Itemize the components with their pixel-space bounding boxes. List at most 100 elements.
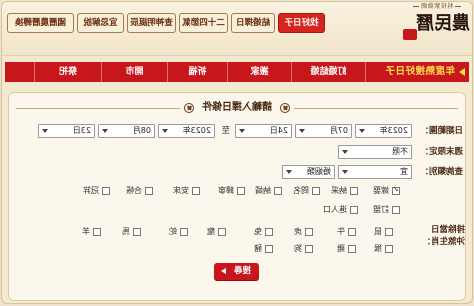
range-separator: 至 — [221, 126, 230, 136]
zodiac-option[interactable]: 牛 — [337, 226, 356, 238]
category-option[interactable]: 嫁娶 — [373, 185, 400, 197]
zodiac-option[interactable]: 虎 — [294, 226, 313, 238]
hot-item-engagement-wedding[interactable]: 訂婚結婚 — [292, 62, 366, 82]
tab-auspicious-glossary[interactable]: 宜忌解說 — [77, 13, 124, 33]
zodiac-label-text: 猴 — [374, 244, 382, 253]
search-button-label: 搜尋 — [233, 266, 251, 276]
hot-item-business-opening[interactable]: 開市 — [102, 62, 168, 82]
end-month-select[interactable]: 08月 — [98, 124, 155, 138]
zodiac-option[interactable]: 猴 — [374, 243, 393, 255]
chevron-down-icon — [299, 129, 305, 133]
zodiac-option[interactable]: 蛇 — [169, 226, 188, 238]
zodiac-label-text: 蛇 — [169, 227, 177, 236]
tab-find-good-day[interactable]: 找好日子 — [278, 13, 325, 33]
checkbox[interactable] — [392, 206, 400, 214]
chevron-down-icon — [342, 150, 348, 154]
category-option[interactable]: 訂盟 — [373, 204, 400, 216]
option-label: 歸寧 — [218, 186, 234, 195]
start-month-select[interactable]: 07月 — [295, 124, 352, 138]
zodiac-option[interactable]: 狗 — [294, 243, 313, 255]
start-year-value: 2023年 — [379, 126, 408, 135]
category-option[interactable]: 進人口 — [323, 204, 358, 216]
hot-item-blessing[interactable]: 祈福 — [168, 62, 228, 82]
checkbox[interactable] — [218, 228, 226, 236]
checkbox[interactable] — [348, 245, 356, 253]
logo-seal-icon — [403, 29, 417, 40]
option-label: 冠笄 — [83, 186, 99, 195]
checkbox[interactable] — [385, 228, 393, 236]
hot-days-title-label: 年度熱搜好日子 — [384, 66, 455, 77]
checkbox[interactable] — [305, 228, 313, 236]
zodiac-label-text: 狗 — [294, 244, 302, 253]
category-option[interactable]: 歸寧 — [218, 185, 245, 197]
checkbox[interactable] — [93, 228, 101, 236]
logo-tagline: 科技紫微網 — [408, 3, 466, 11]
arrow-right-icon — [459, 68, 465, 76]
checkbox[interactable] — [180, 228, 188, 236]
checkbox[interactable] — [265, 245, 273, 253]
option-label: 問名 — [293, 186, 309, 195]
zodiac-label: 排除當日 沖煞生肖： — [422, 224, 465, 248]
start-year-select[interactable]: 2023年 — [355, 124, 412, 138]
tab-wedding-date[interactable]: 結婚擇日 — [231, 13, 275, 33]
zodiac-option[interactable]: 羊 — [82, 226, 101, 238]
category-type-value: 宜 — [400, 167, 408, 176]
zodiac-option[interactable]: 龍 — [207, 226, 226, 238]
checkbox[interactable] — [102, 187, 110, 195]
end-year-select[interactable]: 2023年 — [158, 124, 215, 138]
checkbox[interactable] — [385, 245, 393, 253]
circle-cross-icon — [184, 103, 194, 113]
category-option[interactable]: 納婿 — [255, 185, 282, 197]
weekend-label: 週末限定： — [420, 147, 463, 157]
checkbox[interactable] — [237, 187, 245, 195]
end-day-value: 23日 — [72, 126, 91, 135]
checkbox[interactable] — [274, 187, 282, 195]
checkbox[interactable] — [350, 187, 358, 195]
zodiac-option[interactable]: 鼠 — [374, 226, 393, 238]
weekend-value: 不限 — [392, 147, 408, 156]
weekend-select[interactable]: 不限 — [338, 145, 412, 159]
category-option[interactable]: 問名 — [293, 185, 320, 197]
checkbox[interactable] — [192, 187, 200, 195]
checkbox[interactable] — [145, 187, 153, 195]
zodiac-option[interactable]: 兔 — [254, 226, 273, 238]
logo-name: 農民曆 — [416, 13, 470, 34]
form-title-text: 請輸入擇日條件 — [202, 102, 272, 113]
zodiac-label-line1: 排除當日 — [430, 225, 465, 235]
checkbox[interactable] — [350, 206, 358, 214]
category-option[interactable]: 合帳 — [126, 185, 153, 197]
category-option[interactable]: 納采 — [331, 185, 358, 197]
hot-item-worship[interactable]: 祭祀 — [34, 62, 102, 82]
option-label: 合帳 — [126, 186, 142, 195]
end-year-value: 2023年 — [182, 126, 211, 135]
end-day-select[interactable]: 23日 — [38, 124, 95, 138]
search-button[interactable]: 搜尋 — [214, 263, 259, 280]
checkbox[interactable] — [133, 228, 141, 236]
checkbox[interactable] — [348, 228, 356, 236]
chevron-down-icon — [342, 170, 348, 174]
tab-solar-terms[interactable]: 二十四節氣 — [179, 13, 228, 33]
zodiac-option[interactable]: 雞 — [337, 243, 356, 255]
checkbox[interactable] — [265, 228, 273, 236]
checkbox[interactable] — [305, 245, 313, 253]
option-label: 納婿 — [255, 186, 271, 195]
form-title: 請輸入擇日條件 — [180, 101, 294, 115]
zodiac-label-text: 豬 — [254, 244, 262, 253]
start-day-select[interactable]: 24日 — [235, 124, 292, 138]
chevron-down-icon — [286, 170, 292, 174]
option-label: 嫁娶 — [373, 186, 389, 195]
checkbox[interactable] — [312, 187, 320, 195]
category-group-select[interactable]: 婚姻類 — [282, 165, 335, 179]
zodiac-option[interactable]: 馬 — [122, 226, 141, 238]
tab-calendar-converter[interactable]: 國曆農曆轉換 — [7, 13, 74, 33]
category-option[interactable]: 安床 — [173, 185, 200, 197]
arrow-right-icon — [221, 268, 226, 274]
category-option[interactable]: 冠笄 — [83, 185, 110, 197]
site-logo[interactable]: 科技紫微網 農民曆 — [401, 2, 471, 42]
hot-days-bar: 年度熱搜好日子 訂婚結婚 搬家 祈福 開市 祭祀 — [5, 62, 469, 82]
category-type-select[interactable]: 宜 — [338, 165, 412, 179]
tab-deity-birthdays[interactable]: 查神明誕辰 — [127, 13, 176, 33]
zodiac-option[interactable]: 豬 — [254, 243, 273, 255]
hot-item-moving[interactable]: 搬家 — [228, 62, 292, 82]
checkbox[interactable] — [392, 187, 400, 195]
